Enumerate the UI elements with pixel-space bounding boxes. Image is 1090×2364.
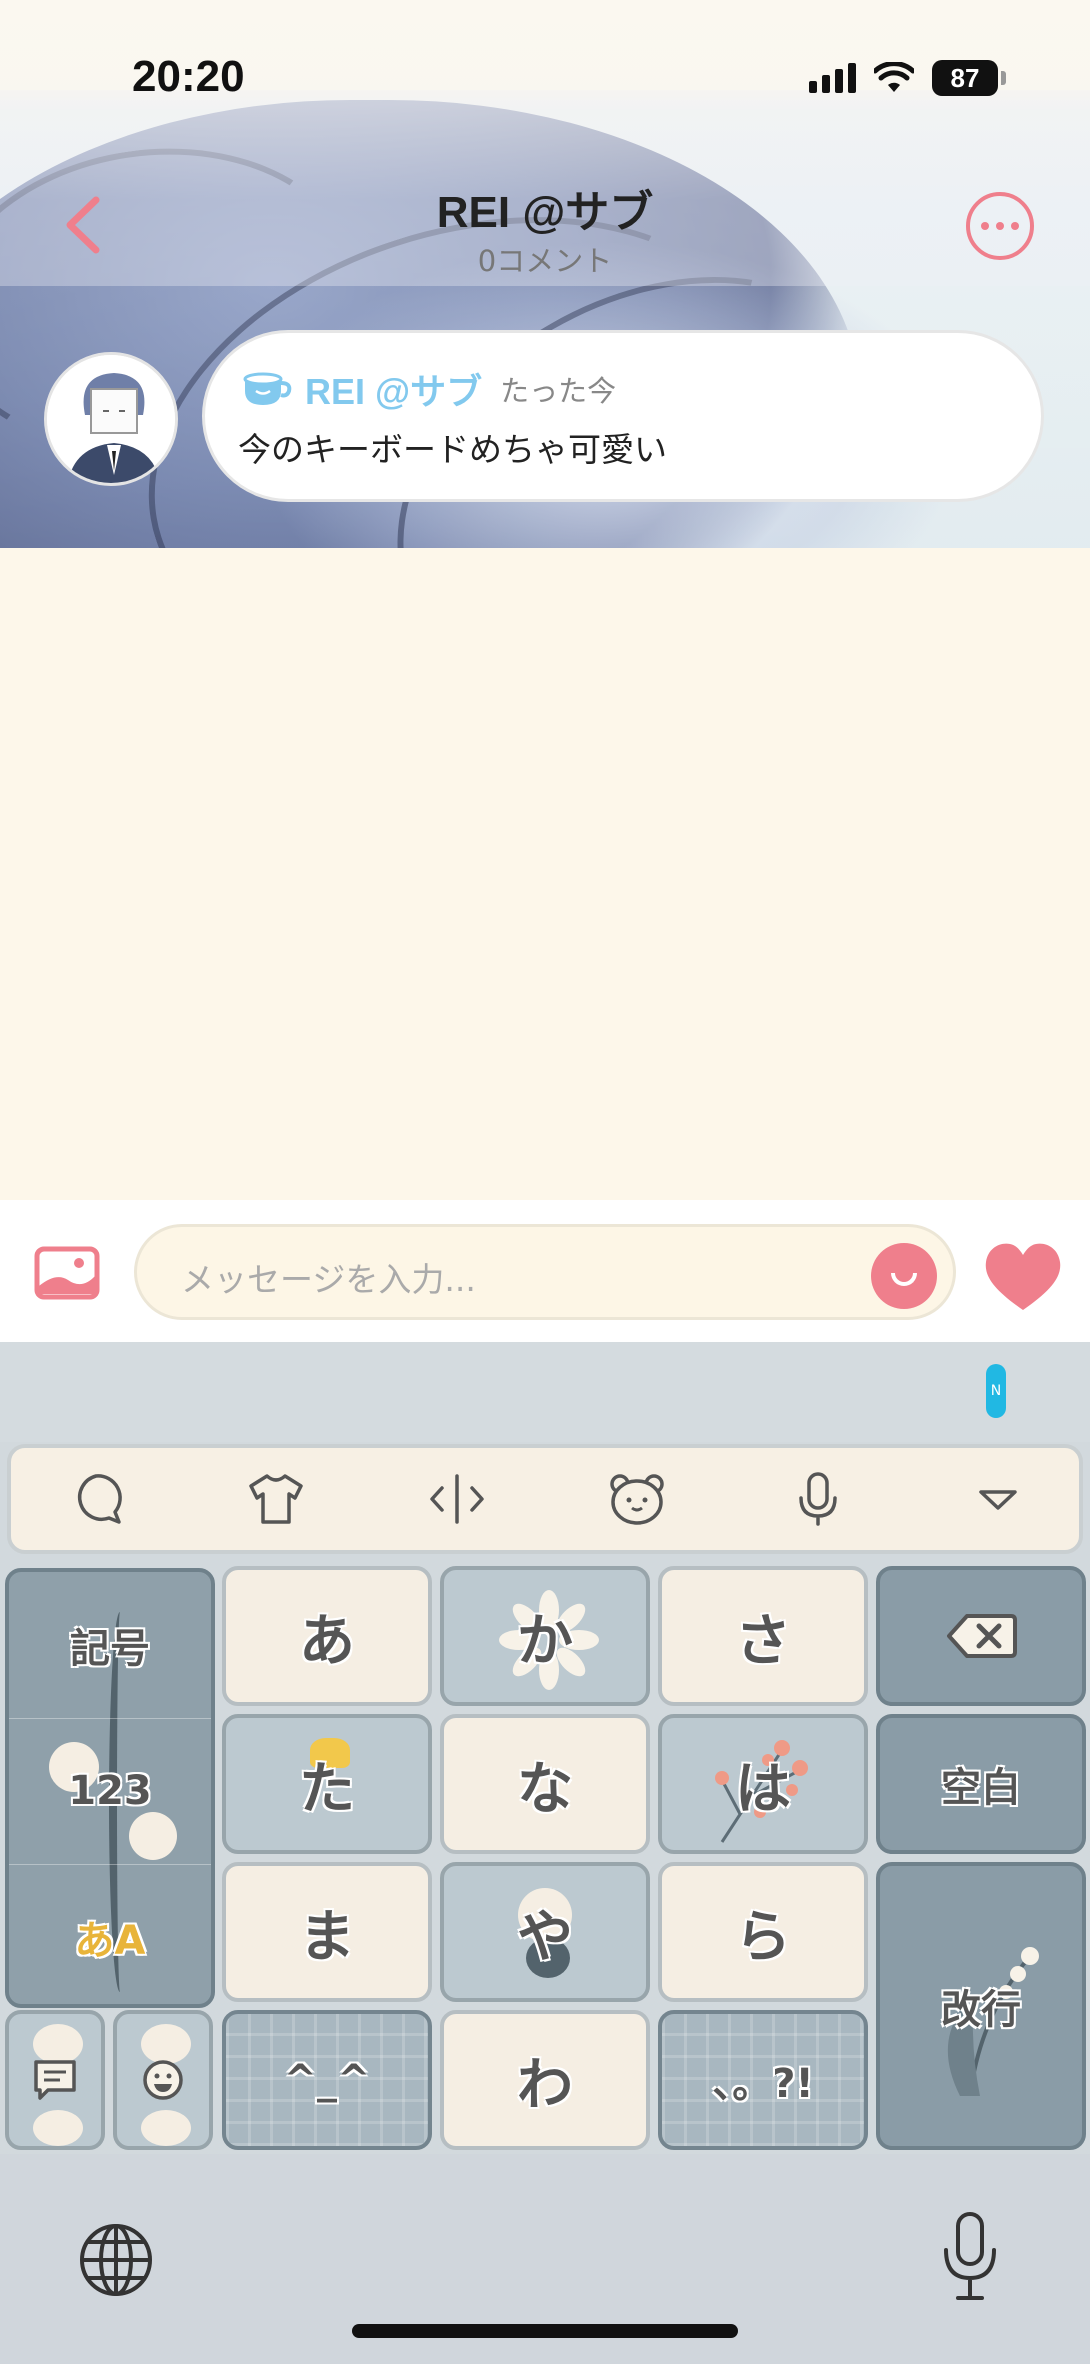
key-ha[interactable]: は (658, 1714, 868, 1854)
microphone-icon[interactable] (789, 1470, 847, 1528)
message-header: REI @サブ たった今 (241, 363, 616, 415)
key-sa[interactable]: さ (658, 1566, 868, 1706)
keyboard-toolbar (7, 1444, 1083, 1554)
chat-bubble-icon[interactable] (67, 1470, 125, 1528)
globe-icon[interactable] (78, 2222, 154, 2298)
message-text: 今のキーボードめちゃ可愛い (238, 430, 667, 469)
space-key[interactable]: 空白 (876, 1714, 1086, 1854)
kaomoji-key[interactable]: ^_^ (222, 2010, 432, 2150)
message-author[interactable]: REI @サブ (305, 363, 482, 415)
smiley-icon (143, 2060, 183, 2100)
home-indicator[interactable] (352, 2324, 738, 2338)
status-icons: 87 (809, 60, 1006, 96)
message-input[interactable]: メッセージを入力... (134, 1224, 956, 1320)
message-timestamp: たった今 (500, 374, 617, 408)
cursor-move-icon[interactable] (428, 1470, 486, 1528)
enter-key[interactable]: 改行 (876, 1862, 1086, 2150)
input-mode-key[interactable]: あA (9, 1864, 211, 2004)
smile-icon (891, 1273, 917, 1286)
bear-face-icon[interactable] (608, 1470, 666, 1528)
delete-key[interactable] (876, 1566, 1086, 1706)
key-wa[interactable]: わ (440, 2010, 650, 2150)
dictation-mic-icon[interactable] (940, 2210, 1000, 2304)
keyboard-badge: N (986, 1364, 1006, 1418)
wifi-icon (874, 62, 914, 92)
key-a[interactable]: あ (222, 1566, 432, 1706)
more-options-button[interactable] (966, 192, 1034, 260)
japanese-keyboard: N 記号 123 あA あ か さ た な は 空白 ま や ら 改行 ^_^ … (0, 1342, 1090, 2364)
memo-key[interactable] (5, 2010, 105, 2150)
image-picker-icon[interactable] (34, 1246, 100, 1300)
cup-icon (243, 372, 292, 405)
status-time: 20:20 (132, 52, 245, 101)
message-input-placeholder: メッセージを入力... (181, 1260, 476, 1299)
emoji-key[interactable] (113, 2010, 213, 2150)
message-bubble[interactable]: REI @サブ たった今 今のキーボードめちゃ可愛い (202, 330, 1044, 502)
key-ma[interactable]: ま (222, 1862, 432, 2002)
message-input-bar: メッセージを入力... (0, 1200, 1090, 1342)
emoji-button[interactable] (871, 1243, 937, 1309)
key-ra[interactable]: ら (658, 1862, 868, 2002)
symbols-key[interactable]: 記号 (9, 1572, 211, 1718)
backspace-icon (947, 1614, 1017, 1658)
collapse-triangle-icon[interactable] (969, 1470, 1027, 1528)
key-na[interactable]: な (440, 1714, 650, 1854)
key-ta[interactable]: た (222, 1714, 432, 1854)
heart-icon[interactable] (984, 1242, 1062, 1312)
avatar[interactable] (44, 352, 178, 486)
punctuation-key[interactable]: 、。?! (658, 2010, 868, 2150)
battery-indicator: 87 (932, 60, 1006, 96)
comment-count: 0コメント (477, 244, 613, 278)
shirt-icon[interactable] (247, 1470, 305, 1528)
avatar-illustration (47, 355, 175, 483)
key-ka[interactable]: か (440, 1566, 650, 1706)
keyboard-top-band (0, 1342, 1090, 1442)
key-ya[interactable]: や (440, 1862, 650, 2002)
numbers-key[interactable]: 123 (9, 1718, 211, 1864)
mode-switch-column: 記号 123 あA (5, 1568, 215, 2008)
memo-bubble-icon (34, 2060, 76, 2100)
page-title: REI @サブ (436, 188, 654, 237)
cellular-signal-icon (809, 63, 856, 93)
